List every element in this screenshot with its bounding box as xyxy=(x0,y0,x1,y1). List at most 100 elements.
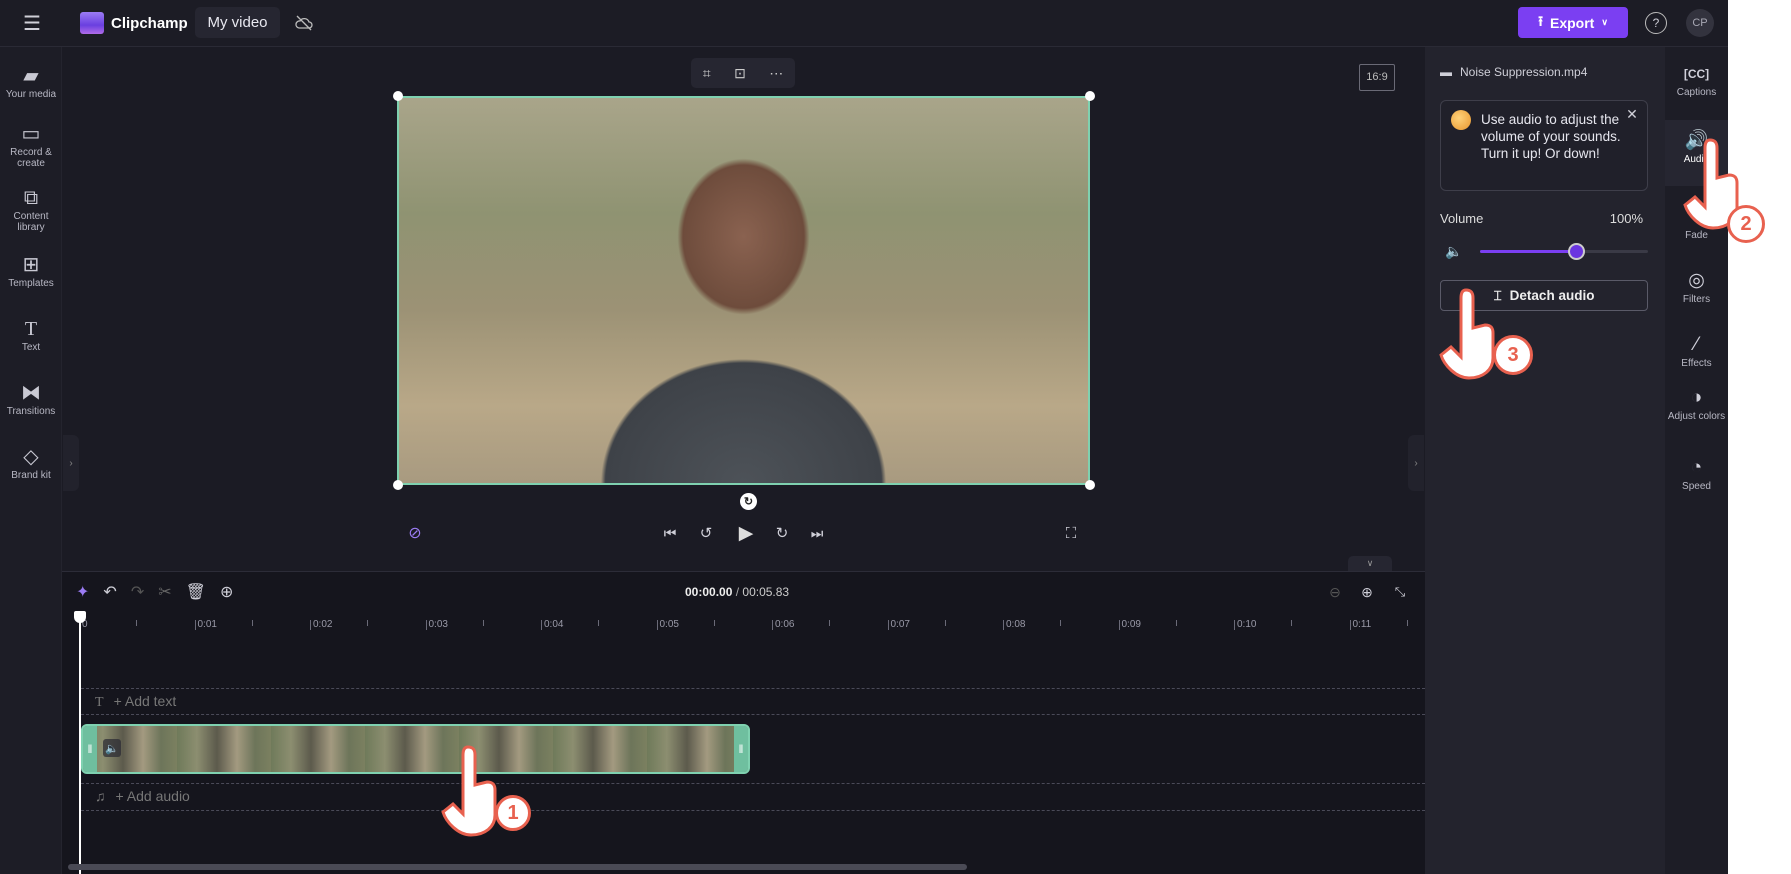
expand-left-panel-button[interactable]: › xyxy=(63,435,79,491)
sidebar-item-record-create[interactable]: ▭ Record & create xyxy=(0,121,62,169)
rail-item-adjust-colors[interactable]: ◑ Adjust colors xyxy=(1665,385,1728,422)
aspect-ratio-button[interactable]: 16:9 xyxy=(1359,64,1395,91)
volume-label: Volume xyxy=(1440,211,1484,226)
ruler-minor-tick xyxy=(1291,620,1292,626)
scissors-icon[interactable]: ✂ xyxy=(158,582,171,602)
track-divider xyxy=(81,810,1425,811)
trim-handle-right[interactable]: ‖ xyxy=(734,726,748,772)
text-icon: T xyxy=(24,318,38,340)
track-divider xyxy=(81,714,1425,715)
ruler-tick-label: 0:10 xyxy=(1237,619,1257,630)
ruler-minor-tick xyxy=(713,620,715,626)
forward-5-icon[interactable]: ↻ xyxy=(772,523,792,543)
rail-item-speed[interactable]: ◔ Speed xyxy=(1665,455,1728,492)
resize-handle[interactable] xyxy=(393,91,403,101)
zoom-out-icon[interactable]: ⊖ xyxy=(1326,583,1344,601)
text-icon: T xyxy=(95,695,104,710)
help-icon[interactable]: ? xyxy=(1645,12,1667,34)
resize-handle[interactable] xyxy=(1085,480,1095,490)
export-button[interactable]: ⭱ Export ∨ xyxy=(1518,7,1628,38)
captions-icon: [CC] xyxy=(1683,67,1710,81)
sidebar-item-your-media[interactable]: ▰ Your media xyxy=(0,63,62,100)
resize-handle[interactable] xyxy=(393,480,403,490)
ruler-minor-tick xyxy=(1175,620,1177,626)
magic-wand-icon: ⁄ xyxy=(1694,334,1699,355)
ruler-tick-label: 0:06 xyxy=(775,619,795,630)
sidebar-item-templates[interactable]: ⊞ Templates xyxy=(0,252,62,289)
detach-label: Detach audio xyxy=(1509,288,1595,303)
ruler-tick-label: 0:02 xyxy=(313,619,333,630)
add-text-track[interactable]: T + Add text xyxy=(95,693,176,711)
crop-icon[interactable]: ⌗ xyxy=(703,65,711,82)
ruler-minor-tick xyxy=(1406,620,1408,626)
ruler-minor-tick xyxy=(829,620,830,626)
collapse-timeline-button[interactable]: ∨ xyxy=(1348,556,1392,571)
video-clip[interactable]: ‖ ‖ 🔈 xyxy=(81,724,750,774)
clipchamp-editor: ☰ Clipchamp My video ⭱ Export ∨ ? CP ▰ Your… xyxy=(0,0,1728,874)
ruler-tick xyxy=(1234,620,1235,630)
sidebar-item-brand-kit[interactable]: ◇ Brand kit xyxy=(0,444,62,481)
close-icon[interactable]: ✕ xyxy=(1624,106,1640,122)
timecode: 00:00.00 / 00:05.83 xyxy=(685,585,789,599)
rail-item-filters[interactable]: ◎ Filters xyxy=(1665,268,1728,305)
tip-card: Use audio to adjust the volume of your s… xyxy=(1440,100,1648,191)
film-icon: ▬ xyxy=(1440,65,1452,79)
sidebar-item-label: Content library xyxy=(13,211,49,233)
volume-slider-thumb[interactable] xyxy=(1567,243,1585,260)
magic-camera-off-icon[interactable]: ⊘ xyxy=(404,522,426,544)
playhead[interactable] xyxy=(79,618,81,874)
horizontal-scrollbar[interactable] xyxy=(68,864,967,870)
sidebar-item-label: Templates xyxy=(8,278,54,289)
ruler-minor-tick xyxy=(367,620,368,626)
rail-item-captions[interactable]: [CC] Captions xyxy=(1665,61,1728,98)
skip-forward-icon[interactable]: ⏭ xyxy=(807,523,827,543)
avatar[interactable]: CP xyxy=(1686,9,1714,37)
fit-icon[interactable]: ⊡ xyxy=(734,65,746,82)
chevron-down-icon: ∨ xyxy=(1601,17,1608,27)
playhead-handle[interactable] xyxy=(74,611,86,623)
volume-slider[interactable] xyxy=(1480,243,1648,260)
sidebar-item-text[interactable]: T Text xyxy=(0,316,62,353)
ruler-tick-label: 0:07 xyxy=(890,619,910,630)
ruler-tick xyxy=(772,620,773,630)
left-sidebar: ▰ Your media ▭ Record & create ⧉ Content li… xyxy=(0,47,62,874)
ruler-tick xyxy=(194,620,196,630)
more-icon[interactable]: ⋯ xyxy=(769,65,783,82)
rail-item-label: Speed xyxy=(1682,481,1711,492)
undo-icon[interactable]: ↶ xyxy=(103,582,116,602)
ruler-tick-label: 0:04 xyxy=(544,619,564,630)
rewind-5-icon[interactable]: ↺ xyxy=(696,523,716,543)
expand-right-panel-button[interactable]: › xyxy=(1408,435,1424,491)
rotate-handle-icon[interactable]: ↻ xyxy=(740,493,757,510)
video-preview[interactable] xyxy=(397,96,1090,485)
ruler-tick-label: 0:05 xyxy=(659,619,679,630)
add-to-timeline-icon[interactable]: ⊕ xyxy=(220,582,233,602)
redo-icon[interactable]: ↷ xyxy=(131,582,144,602)
trim-handle-left[interactable]: ‖ xyxy=(83,726,97,772)
zoom-in-icon[interactable]: ⊕ xyxy=(1358,583,1376,601)
rail-item-effects[interactable]: ⁄ Effects xyxy=(1665,332,1728,369)
hamburger-menu-icon[interactable]: ☰ xyxy=(18,10,46,36)
sidebar-item-content-library[interactable]: ⧉ Content library xyxy=(0,185,62,233)
skip-back-icon[interactable]: ⏮ xyxy=(660,523,680,543)
sidebar-item-transitions[interactable]: ⧓ Transitions xyxy=(0,380,62,417)
fit-timeline-icon[interactable]: ⤡ xyxy=(1391,583,1409,601)
rail-item-label: Filters xyxy=(1682,294,1711,305)
volume-value: 100% xyxy=(1609,211,1643,226)
ruler-tick-label: 0:08 xyxy=(1006,619,1026,630)
sidebar-item-label: Record & create xyxy=(10,147,52,169)
ruler-tick xyxy=(1118,620,1120,630)
rail-item-label: Captions xyxy=(1676,87,1717,98)
add-audio-track[interactable]: ♫ + Add audio xyxy=(95,788,190,804)
add-audio-label: + Add audio xyxy=(115,788,190,804)
resize-handle[interactable] xyxy=(1085,91,1095,101)
play-icon[interactable]: ▶ xyxy=(734,521,758,545)
brand-kit-icon: ◇ xyxy=(23,446,39,468)
delete-icon[interactable]: 🗑 xyxy=(186,582,206,602)
ruler-tick xyxy=(656,620,658,630)
speaker-icon: 🔈 xyxy=(1445,242,1463,259)
sparkle-icon[interactable]: ✦ xyxy=(76,582,89,602)
project-title-input[interactable]: My video xyxy=(195,7,280,38)
fullscreen-icon[interactable]: ⛶ xyxy=(1061,523,1081,543)
ruler-tick xyxy=(310,620,311,630)
